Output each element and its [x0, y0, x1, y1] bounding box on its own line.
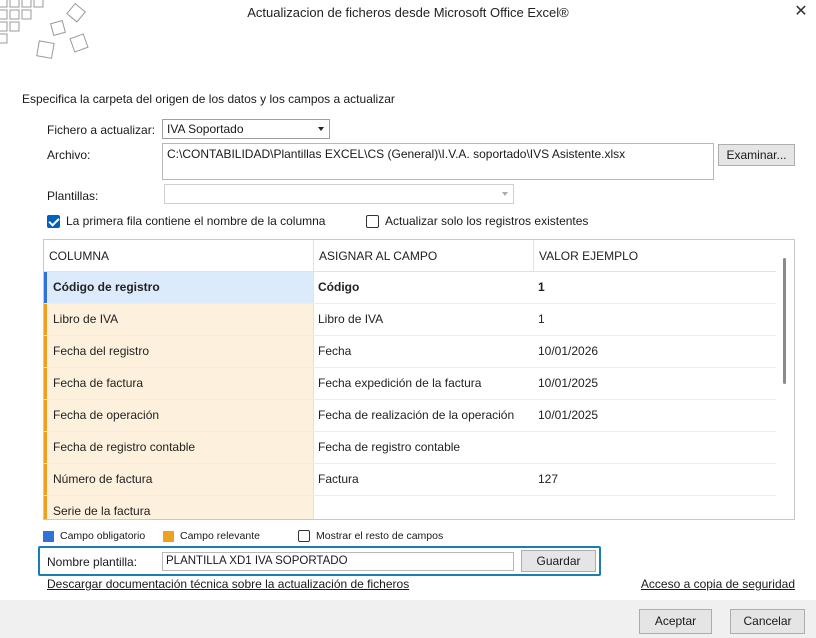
cell-valor: 1: [538, 312, 545, 326]
cell-columna: Libro de IVA: [44, 304, 314, 335]
legend-relevante: Campo relevante: [163, 530, 260, 542]
cell-valor: 127: [538, 472, 559, 486]
grid-header: COLUMNA ASIGNAR AL CAMPO VALOR EJEMPLO: [44, 240, 777, 272]
documentacion-link[interactable]: Descargar documentación técnica sobre la…: [47, 577, 409, 591]
table-row[interactable]: Número de factura Factura 127: [44, 464, 777, 496]
cancelar-button[interactable]: Cancelar: [730, 609, 805, 634]
nombre-plantilla-label: Nombre plantilla:: [47, 555, 138, 569]
chevron-down-icon: [318, 127, 324, 131]
copia-seguridad-link[interactable]: Acceso a copia de seguridad: [641, 577, 795, 591]
cell-campo[interactable]: Fecha: [314, 336, 534, 367]
archivo-label: Archivo:: [47, 148, 91, 162]
cell-columna: Fecha de operación: [44, 400, 314, 431]
cell-campo[interactable]: Fecha de realización de la operación: [314, 400, 534, 431]
grid-scrollbar[interactable]: [776, 240, 794, 519]
plantillas-label: Plantillas:: [47, 189, 99, 203]
required-swatch: [43, 530, 54, 542]
header-valor-ejemplo[interactable]: VALOR EJEMPLO: [534, 240, 777, 272]
table-row[interactable]: Fecha de factura Fecha expedición de la f…: [44, 368, 777, 400]
mostrar-resto-checkbox[interactable]: Mostrar el resto de campos: [298, 530, 443, 542]
cell-columna: Fecha de factura: [44, 368, 314, 399]
cell-valor: [534, 432, 777, 463]
window-title: Actualizacion de ficheros desde Microsof…: [247, 5, 569, 20]
nombre-plantilla-input[interactable]: PLANTILLA XD1 IVA SOPORTADO: [162, 552, 514, 571]
primera-fila-checkbox[interactable]: La primera fila contiene el nombre de la…: [47, 214, 325, 228]
cell-campo[interactable]: Factura: [314, 464, 534, 495]
table-row[interactable]: Libro de IVA Libro de IVA 1: [44, 304, 777, 336]
scrollbar-thumb[interactable]: [783, 258, 786, 384]
primera-fila-label: La primera fila contiene el nombre de la…: [66, 214, 326, 228]
table-row[interactable]: Fecha del registro Fecha 10/01/2026: [44, 336, 777, 368]
cell-campo[interactable]: Fecha de registro contable: [314, 432, 534, 463]
checkbox-icon[interactable]: [366, 214, 379, 228]
legend-relevante-label: Campo relevante: [180, 530, 260, 542]
cell-valor: 10/01/2025: [538, 408, 599, 422]
cell-valor: [534, 496, 777, 519]
grid-body: Código de registro Código 1 Libro de IVA Lib…: [44, 272, 777, 519]
table-row[interactable]: Fecha de operación Fecha de realización d…: [44, 400, 777, 432]
checkbox-checked-icon[interactable]: [47, 214, 60, 228]
relevant-swatch: [163, 530, 174, 542]
cell-columna: Número de factura: [44, 464, 314, 495]
cell-campo[interactable]: Libro de IVA: [314, 304, 534, 335]
instruction-text: Especifica la carpeta del origen de los …: [22, 92, 395, 106]
cell-valor: 10/01/2026: [538, 344, 599, 358]
header-columna[interactable]: COLUMNA: [44, 240, 314, 272]
fichero-select-value: IVA Soportado: [167, 122, 244, 136]
archivo-field[interactable]: C:\CONTABILIDAD\Plantillas EXCEL\CS (Gen…: [162, 143, 714, 180]
close-icon[interactable]: ✕: [794, 1, 808, 21]
fichero-label: Fichero a actualizar:: [47, 123, 156, 137]
legend-obligatorio: Campo obligatorio: [43, 530, 145, 542]
cell-valor: 1: [538, 280, 545, 294]
chevron-down-icon: [502, 192, 508, 196]
examinar-button[interactable]: Examinar...: [718, 144, 795, 166]
guardar-button[interactable]: Guardar: [521, 550, 596, 572]
table-row[interactable]: Fecha de registro contable Fecha de regis…: [44, 432, 777, 464]
cell-columna: Código de registro: [44, 272, 314, 303]
legend-obligatorio-label: Campo obligatorio: [60, 530, 146, 542]
solo-existentes-label: Actualizar solo los registros existentes: [385, 214, 589, 228]
cell-columna: Fecha de registro contable: [44, 432, 314, 463]
table-row[interactable]: Código de registro Código 1: [44, 272, 777, 304]
cell-columna: Serie de la factura: [44, 496, 314, 519]
solo-existentes-checkbox[interactable]: Actualizar solo los registros existentes: [366, 214, 588, 228]
plantillas-select[interactable]: [164, 184, 514, 204]
checkbox-icon[interactable]: [298, 530, 310, 542]
mostrar-resto-label: Mostrar el resto de campos: [316, 530, 444, 542]
header-asignar-campo[interactable]: ASIGNAR AL CAMPO: [314, 240, 534, 272]
cell-campo[interactable]: Fecha expedición de la factura: [314, 368, 534, 399]
dialog-footer: Aceptar Cancelar: [0, 600, 816, 638]
cell-valor: 10/01/2025: [538, 376, 599, 390]
table-row[interactable]: Serie de la factura: [44, 496, 777, 519]
cell-columna: Fecha del registro: [44, 336, 314, 367]
mapping-grid: COLUMNA ASIGNAR AL CAMPO VALOR EJEMPLO C…: [43, 239, 795, 520]
cell-campo[interactable]: [314, 496, 534, 519]
fichero-select[interactable]: IVA Soportado: [162, 119, 330, 139]
cell-campo[interactable]: Código: [314, 272, 534, 303]
aceptar-button[interactable]: Aceptar: [639, 609, 712, 634]
